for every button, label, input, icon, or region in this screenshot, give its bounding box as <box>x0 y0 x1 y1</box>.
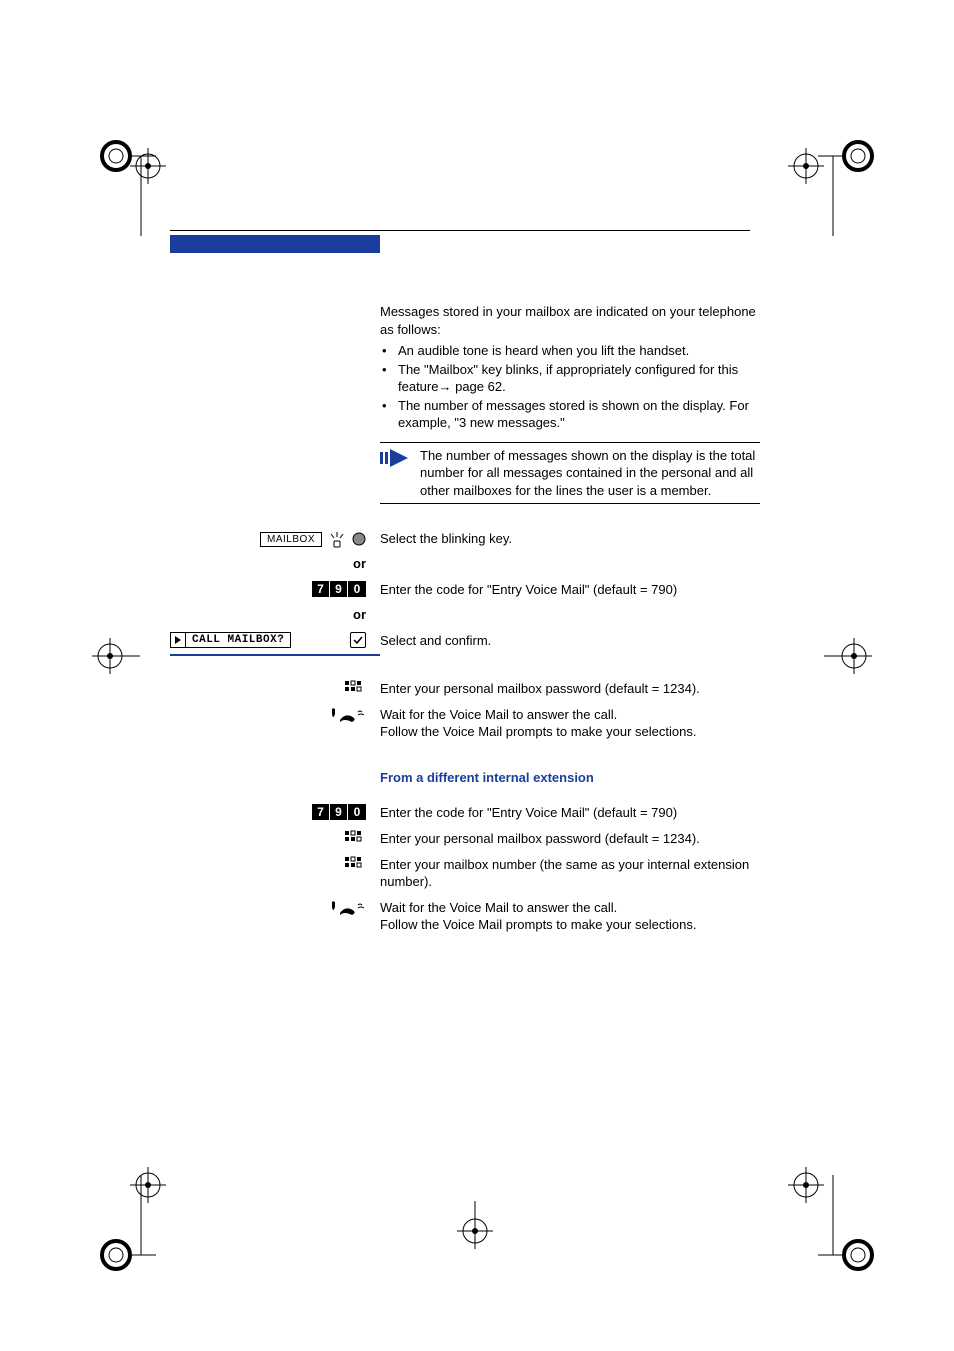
confirm-check-icon <box>350 632 366 648</box>
step-enter-code: Enter the code for "Entry Voice Mail" (d… <box>380 581 760 599</box>
step-wait-answer: Wait for the Voice Mail to answer the ca… <box>380 899 760 917</box>
step-enter-password: Enter your personal mailbox password (de… <box>380 680 760 698</box>
step-enter-password: Enter your personal mailbox password (de… <box>380 830 760 848</box>
steps-column-header <box>170 235 380 253</box>
list-item: The number of messages stored is shown o… <box>398 397 760 432</box>
header-divider <box>170 230 750 231</box>
crop-target-icon <box>824 636 864 676</box>
display-text: CALL MAILBOX? <box>186 634 290 646</box>
note-arrow-icon <box>380 447 412 474</box>
crop-target-icon <box>786 146 826 186</box>
digit-key: 7 <box>312 804 330 820</box>
crop-target-icon <box>90 636 130 676</box>
note-box: The number of messages shown on the disp… <box>380 442 760 505</box>
lamp-icon <box>352 532 366 546</box>
note-text: The number of messages shown on the disp… <box>420 447 760 500</box>
digit-key: 0 <box>348 581 366 597</box>
step-select-blinking: Select the blinking key. <box>380 530 760 548</box>
section-heading-diff-ext: From a different internal extension <box>380 769 760 787</box>
crop-target-icon <box>786 1165 826 1205</box>
step-enter-mailbox-number: Enter your mailbox number (the same as y… <box>380 856 760 891</box>
keypad-icon <box>344 856 366 874</box>
step-enter-code: Enter the code for "Entry Voice Mail" (d… <box>380 804 760 822</box>
digit-key: 9 <box>330 581 348 597</box>
list-item: An audible tone is heard when you lift t… <box>398 342 760 360</box>
step-select-confirm: Select and confirm. <box>380 632 760 650</box>
crop-target-icon <box>455 1201 495 1241</box>
digit-key: 0 <box>348 804 366 820</box>
list-item: The "Mailbox" key blinks, if appropriate… <box>398 361 760 396</box>
or-label: or <box>353 607 366 622</box>
step-wait-answer: Wait for the Voice Mail to answer the ca… <box>380 706 760 724</box>
code-keys-790: 7 9 0 <box>312 804 366 820</box>
steps-divider <box>170 654 380 656</box>
or-label: or <box>353 556 366 571</box>
keypad-icon <box>344 830 366 848</box>
crop-target-icon <box>128 146 168 186</box>
keypad-icon <box>344 680 366 698</box>
handset-music-icon <box>330 706 366 724</box>
crop-target-icon <box>128 1165 168 1205</box>
play-arrow-icon <box>171 633 186 647</box>
handset-music-icon <box>330 899 366 917</box>
step-follow-prompts: Follow the Voice Mail prompts to make yo… <box>380 916 760 934</box>
indicator-list: An audible tone is heard when you lift t… <box>380 342 760 432</box>
intro-text: Messages stored in your mailbox are indi… <box>380 303 760 338</box>
code-keys-790: 7 9 0 <box>312 581 366 597</box>
blink-rays-icon <box>328 530 346 548</box>
display-call-mailbox: CALL MAILBOX? <box>170 632 291 648</box>
step-follow-prompts: Follow the Voice Mail prompts to make yo… <box>380 723 760 741</box>
digit-key: 9 <box>330 804 348 820</box>
mailbox-key-label: MAILBOX <box>260 532 322 547</box>
digit-key: 7 <box>312 581 330 597</box>
